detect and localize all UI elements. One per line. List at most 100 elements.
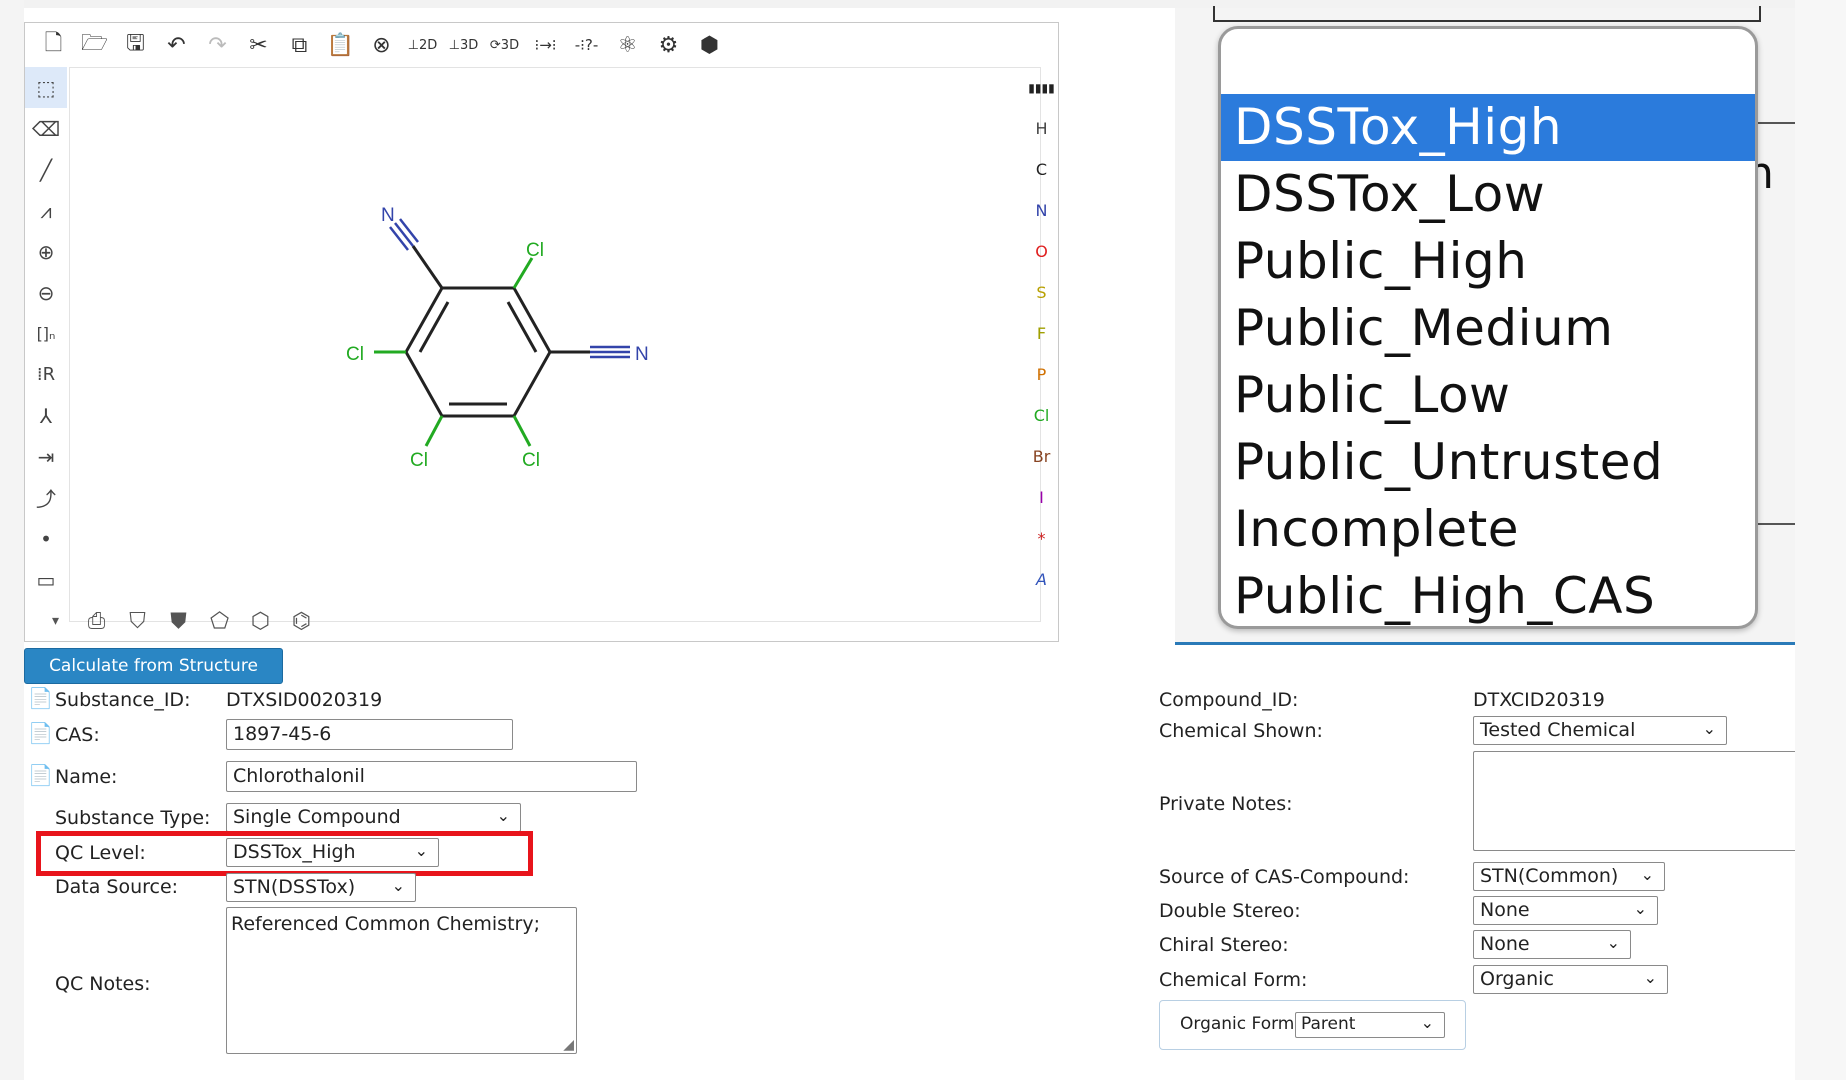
cl-bond <box>424 415 444 447</box>
mapping-icon[interactable]: ⤴ <box>25 477 67 518</box>
double-stereo-value: None <box>1480 899 1530 921</box>
template-attach-icon[interactable]: ⛉ <box>117 604 158 638</box>
redo-icon[interactable]: ↷ <box>197 27 238 63</box>
layout-2d-icon[interactable]: ⊥2D <box>402 27 443 63</box>
check-icon[interactable]: -⁝?- <box>566 27 607 63</box>
eraser-icon[interactable]: ⌫ <box>25 108 67 149</box>
bond-icon[interactable]: ╱ <box>25 149 67 190</box>
calculate-from-structure-button[interactable]: Calculate from Structure <box>24 648 283 684</box>
atom-button[interactable]: F <box>1027 313 1057 354</box>
cas-field[interactable]: 1897-45-6 <box>226 719 513 750</box>
resize-handle-icon[interactable]: ◢ <box>563 1037 574 1053</box>
open-file-icon[interactable]: 🗁 <box>74 27 115 63</box>
double-stereo-select[interactable]: None ⌄ <box>1473 896 1658 925</box>
ring-3-icon[interactable]: ⛊ <box>158 604 199 638</box>
chemical-shown-label: Chemical Shown: <box>1159 720 1323 742</box>
rgroup-icon[interactable]: ⁞R <box>25 354 67 395</box>
save-icon[interactable]: 🖫 <box>115 27 156 63</box>
chevron-down-icon: ⌄ <box>1643 968 1657 987</box>
paste-icon[interactable]: 📋 <box>320 27 361 63</box>
periodic-table-icon[interactable]: ▮▮▮▮ <box>1027 67 1057 108</box>
charge-plus-icon[interactable]: ⊕ <box>25 231 67 272</box>
copy-icon[interactable]: 📄 <box>28 686 53 710</box>
benzene-icon[interactable]: ⌬ <box>281 604 322 638</box>
copy-icon[interactable]: 📄 <box>28 721 53 745</box>
atom-dot-icon[interactable]: • <box>25 518 67 559</box>
settings-icon[interactable]: ⚙ <box>648 27 689 63</box>
analyse-icon[interactable]: ⚛ <box>607 27 648 63</box>
editor-atom-toolbar: ▮▮▮▮ H C N O S F P Cl Br I * A <box>1025 67 1058 627</box>
atom-label-cl: Cl <box>522 450 540 471</box>
name-field[interactable]: Chlorothalonil <box>226 761 637 792</box>
ring-6-icon[interactable]: ⬡ <box>240 604 281 638</box>
template-dropdown-icon[interactable]: ▾ <box>35 604 76 638</box>
atom-button[interactable]: Br <box>1027 436 1057 477</box>
qc-level-dropdown-list[interactable]: DSSTox_High DSSTox_Low Public_High Public_M… <box>1218 26 1758 629</box>
chain-icon[interactable]: ⩘ <box>25 190 67 231</box>
template-library-icon[interactable]: ⎙ <box>76 604 117 638</box>
shape-rect-icon[interactable]: ▭ <box>25 559 67 600</box>
cl-bond <box>512 257 534 289</box>
triple-bond <box>389 226 409 251</box>
cas-source-select[interactable]: STN(Common) ⌄ <box>1473 862 1665 891</box>
undo-icon[interactable]: ↶ <box>156 27 197 63</box>
chevron-down-icon: ⌄ <box>496 806 510 825</box>
chiral-stereo-select[interactable]: None ⌄ <box>1473 930 1631 959</box>
dropdown-option[interactable]: Public_High_CAS <box>1221 563 1755 626</box>
atom-button[interactable]: O <box>1027 231 1057 272</box>
structure-canvas[interactable]: N N Cl Cl Cl Cl <box>69 67 1041 622</box>
dropdown-option[interactable]: Public_Untrusted <box>1221 429 1755 496</box>
dropdown-option[interactable]: Public_Low <box>1221 362 1755 429</box>
atom-button[interactable]: * <box>1027 518 1057 559</box>
charge-minus-icon[interactable]: ⊖ <box>25 272 67 313</box>
popup-underline <box>1175 642 1795 645</box>
dropdown-blank-option[interactable] <box>1221 29 1755 94</box>
ring-5-icon[interactable]: ⬠ <box>199 604 240 638</box>
data-source-value: STN(DSSTox) <box>233 876 356 898</box>
reaction-icon[interactable]: ⅄ <box>25 395 67 436</box>
reaction-plus-icon[interactable]: ⇥ <box>25 436 67 477</box>
dropdown-option[interactable]: DSSTox_High <box>1221 94 1755 161</box>
info-icon[interactable]: ⬢ <box>689 27 730 63</box>
copy-icon[interactable]: 📄 <box>28 763 53 787</box>
select-icon[interactable]: ⬚ <box>25 67 67 108</box>
substance-type-select[interactable]: Single Compound ⌄ <box>226 803 521 832</box>
popup-underlying-select <box>1213 6 1761 22</box>
dropdown-option[interactable]: Incomplete <box>1221 496 1755 563</box>
atom-button[interactable]: H <box>1027 108 1057 149</box>
dropdown-option[interactable]: Public_Medium <box>1221 295 1755 362</box>
chemical-form-value: Organic <box>1480 968 1554 990</box>
atom-button[interactable]: P <box>1027 354 1057 395</box>
clean-2d-icon[interactable]: ⊥3D <box>443 27 484 63</box>
atom-button[interactable]: N <box>1027 190 1057 231</box>
atom-button[interactable]: S <box>1027 272 1057 313</box>
chemical-form-select[interactable]: Organic ⌄ <box>1473 965 1668 994</box>
structure-editor[interactable]: 🗋 🗁 🖫 ↶ ↷ ✂ ⧉ 📋 ⊗ ⊥2D ⊥3D ⟳3D ⁝→⁝ -⁝?- ⚛… <box>24 22 1059 642</box>
data-source-select[interactable]: STN(DSSTox) ⌄ <box>226 873 416 902</box>
editor-bottom-toolbar: ▾ ⎙ ⛉ ⛊ ⬠ ⬡ ⌬ <box>25 603 1058 639</box>
new-file-icon[interactable]: 🗋 <box>33 27 74 63</box>
atom-button[interactable]: A <box>1027 559 1057 600</box>
atom-list: H C N O S F P Cl Br I * A <box>1027 108 1057 600</box>
sgroup-icon[interactable]: []ₙ <box>25 313 67 354</box>
chemical-shown-select[interactable]: Tested Chemical ⌄ <box>1473 716 1727 745</box>
atom-button[interactable]: Cl <box>1027 395 1057 436</box>
substance-id-value: DTXSID0020319 <box>226 689 383 711</box>
private-notes-textarea[interactable]: ◢ <box>1473 751 1846 851</box>
cut-icon[interactable]: ✂ <box>238 27 279 63</box>
qc-notes-textarea[interactable]: Referenced Common Chemistry; ◢ <box>226 907 577 1054</box>
atom-button[interactable]: C <box>1027 149 1057 190</box>
dropdown-option[interactable]: DSSTox_Low <box>1221 161 1755 228</box>
cas-source-value: STN(Common) <box>1480 865 1619 887</box>
triple-bond <box>399 218 419 243</box>
layout-3d-icon[interactable]: ⟳3D <box>484 27 525 63</box>
copy-icon[interactable]: ⧉ <box>279 27 320 63</box>
atom-label-n: N <box>381 205 395 226</box>
atom-button[interactable]: I <box>1027 477 1057 518</box>
chiral-stereo-label: Chiral Stereo: <box>1159 934 1289 956</box>
editor-left-toolbar: ⬚ ⌫ ╱ ⩘ ⊕ ⊖ []ₙ ⁞R ⅄ ⇥ ⤴ • ▭ <box>25 67 67 627</box>
aromatize-icon[interactable]: ⁝→⁝ <box>525 27 566 63</box>
organic-form-select[interactable]: Parent ⌄ <box>1295 1012 1445 1038</box>
dropdown-option[interactable]: Public_High <box>1221 228 1755 295</box>
zoom-icon[interactable]: ⊗ <box>361 27 402 63</box>
